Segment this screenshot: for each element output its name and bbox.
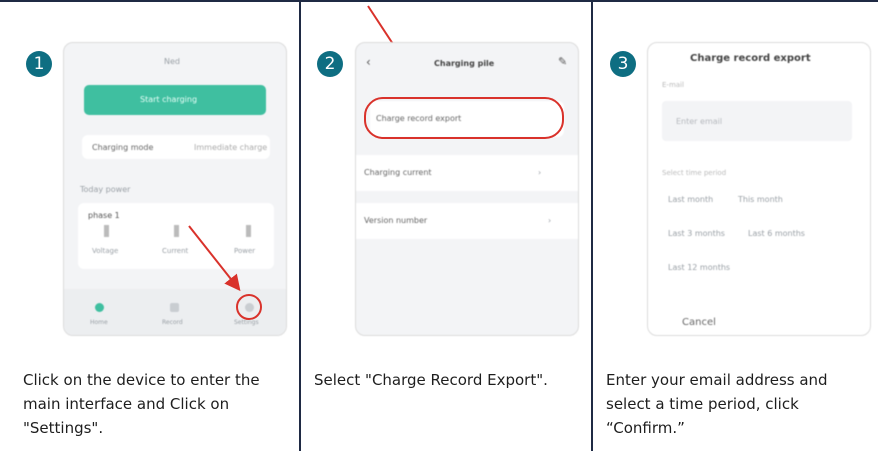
cancel-button[interactable]: Cancel <box>682 317 716 328</box>
period-option[interactable]: Last 6 months <box>748 229 805 238</box>
period-option[interactable]: Last 3 months <box>668 229 725 238</box>
email-input[interactable]: Enter email <box>662 101 852 141</box>
export-highlight-box <box>364 97 564 139</box>
period-label: Select time period <box>662 169 727 177</box>
period-option[interactable]: Last 12 months <box>668 263 730 272</box>
period-option[interactable]: This month <box>738 195 783 204</box>
phone-screenshot-export-dialog: Charge record export E-mail Enter email … <box>647 42 871 336</box>
step-number-badge: 3 <box>610 51 636 77</box>
email-placeholder: Enter email <box>676 117 723 126</box>
dialog-title: Charge record export <box>690 53 811 64</box>
step2-caption: Select "Charge Record Export". <box>314 371 548 389</box>
email-label: E-mail <box>662 81 684 89</box>
step3-caption: Enter your email address and select a ti… <box>606 371 828 437</box>
period-option[interactable]: Last month <box>668 195 713 204</box>
